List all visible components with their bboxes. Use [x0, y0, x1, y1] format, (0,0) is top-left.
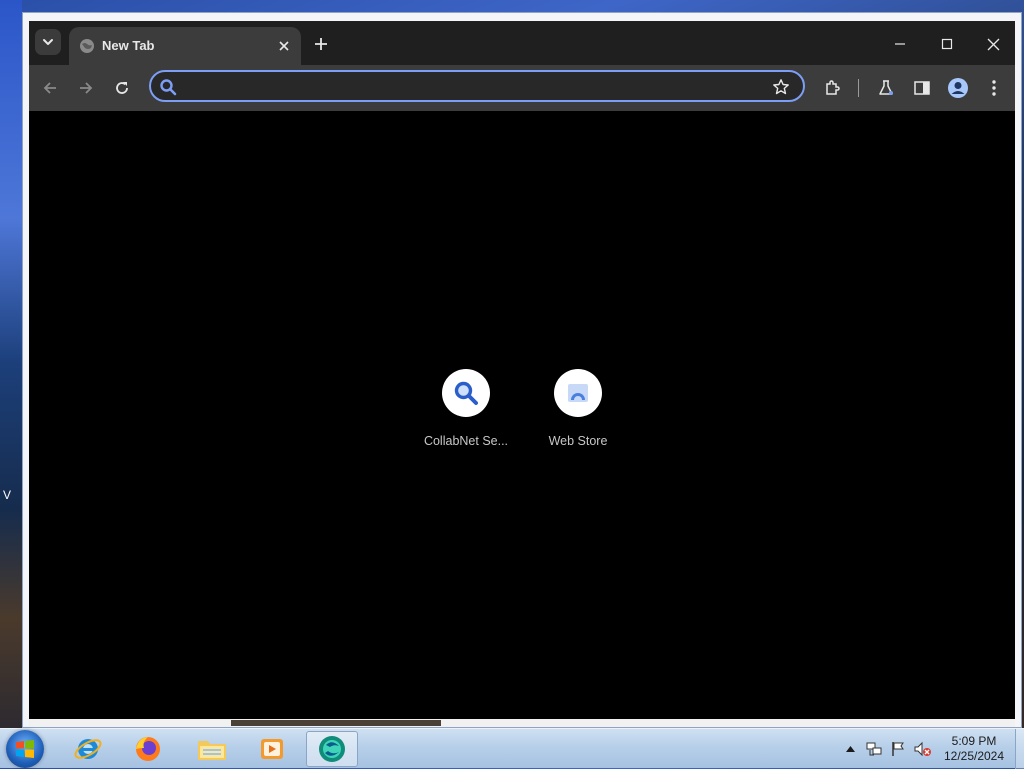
close-icon: [279, 41, 289, 51]
desktop-background: [0, 0, 22, 728]
bookmark-star-button[interactable]: [771, 77, 791, 97]
shortcut-icon-container: [442, 369, 490, 417]
labs-button[interactable]: [875, 77, 897, 99]
desktop-icon-label: V: [3, 488, 12, 502]
show-desktop-button[interactable]: [1015, 729, 1024, 769]
shortcut-label: Web Store: [548, 434, 608, 448]
taskbar: 5:09 PM 12/25/2024: [0, 728, 1024, 769]
taskbar-media-player[interactable]: [246, 731, 298, 767]
avatar-icon: [948, 78, 968, 98]
toolbar-divider: [858, 79, 859, 97]
taskbar-internet-explorer[interactable]: [62, 731, 114, 767]
folder-icon: [198, 741, 226, 760]
minimize-button[interactable]: [889, 33, 911, 55]
chevron-up-icon: [845, 746, 855, 752]
close-window-button[interactable]: [982, 33, 1004, 55]
clock-time: 5:09 PM: [951, 734, 997, 748]
address-input[interactable]: [185, 76, 759, 98]
taskbar-browser[interactable]: [306, 731, 358, 767]
profile-button[interactable]: [947, 77, 969, 99]
search-icon: [160, 79, 177, 96]
new-tab-page: CollabNet Se... Web Store: [29, 111, 1015, 721]
shortcut-icon-container: [554, 369, 602, 417]
maximize-icon: [941, 38, 953, 50]
taskbar-file-explorer[interactable]: [186, 731, 238, 767]
internet-explorer-icon: [74, 739, 102, 759]
shortcut-tile-collabnet[interactable]: CollabNet Se...: [410, 369, 522, 448]
flag-icon: [892, 742, 904, 756]
media-player-icon: [261, 739, 283, 759]
tab-search-button[interactable]: [35, 29, 61, 55]
reload-button[interactable]: [111, 77, 133, 99]
forward-button[interactable]: [75, 77, 97, 99]
action-center-tray-icon[interactable]: [888, 729, 908, 769]
browser-toolbar: [29, 65, 1015, 111]
web-store-icon: [568, 384, 588, 402]
extensions-button[interactable]: [822, 77, 844, 99]
network-tray-icon[interactable]: [864, 729, 884, 769]
clock-date: 12/25/2024: [943, 749, 1005, 763]
plus-icon: [315, 38, 327, 50]
side-panel-icon: [914, 81, 930, 95]
windows-logo-icon: [16, 740, 34, 758]
browser-window: New Tab CollabNet Se... Web Store: [22, 12, 1022, 728]
minimize-icon: [895, 43, 905, 45]
shortcut-label: CollabNet Se...: [423, 434, 509, 448]
close-icon: [987, 38, 999, 50]
menu-button[interactable]: [983, 77, 1005, 99]
tab-new-tab[interactable]: New Tab: [69, 27, 301, 65]
reload-icon: [116, 82, 128, 94]
tab-close-button[interactable]: [275, 37, 293, 55]
firefox-icon: [136, 737, 160, 761]
magnifier-icon: [454, 381, 478, 405]
flask-icon: [879, 80, 893, 95]
arrow-left-icon: [43, 82, 56, 94]
browser-icon: [319, 736, 345, 762]
show-hidden-icons-button[interactable]: [843, 729, 857, 769]
new-tab-button[interactable]: [311, 34, 331, 54]
arrow-right-icon: [80, 82, 93, 94]
maximize-button[interactable]: [936, 33, 958, 55]
network-icon: [866, 742, 882, 756]
taskbar-clock[interactable]: 5:09 PM 12/25/2024: [936, 734, 1012, 764]
start-button[interactable]: [6, 730, 44, 768]
title-bar: New Tab: [29, 21, 1015, 65]
address-bar[interactable]: [149, 70, 805, 102]
scrollbar-thumb[interactable]: [231, 720, 441, 726]
star-icon: [773, 79, 789, 95]
chevron-down-icon: [43, 39, 53, 45]
tab-title: New Tab: [102, 38, 155, 53]
taskbar-firefox[interactable]: [122, 731, 174, 767]
side-panel-button[interactable]: [911, 77, 933, 99]
puzzle-icon: [826, 80, 840, 95]
horizontal-scrollbar[interactable]: [29, 719, 1015, 727]
shortcut-tile-web-store[interactable]: Web Store: [522, 369, 634, 448]
globe-icon: [80, 39, 94, 53]
volume-tray-icon[interactable]: [912, 729, 934, 769]
back-button[interactable]: [39, 77, 61, 99]
volume-muted-icon: [914, 741, 931, 757]
kebab-menu-icon: [992, 80, 996, 96]
